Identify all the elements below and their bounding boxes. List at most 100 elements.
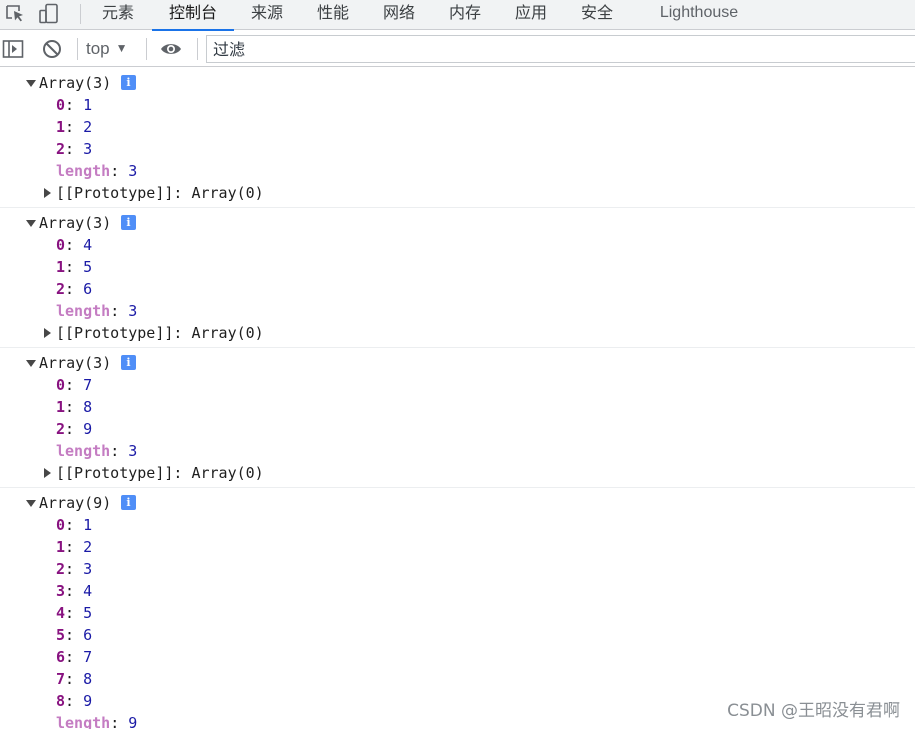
array-entry-value: 1 — [83, 516, 93, 534]
toolbar-divider — [77, 38, 78, 60]
clear-console-icon[interactable] — [41, 38, 63, 60]
array-entry-value: 7 — [83, 648, 93, 666]
entry-colon: : — [65, 280, 84, 298]
entry-colon: : — [65, 420, 84, 438]
array-length-value: 3 — [128, 162, 138, 180]
toolbar-divider — [197, 38, 198, 60]
tab-security[interactable]: 安全 — [580, 0, 614, 30]
array-entry-key: 5 — [56, 626, 66, 644]
entry-colon: : — [65, 376, 84, 394]
collapse-triangle-icon[interactable] — [44, 188, 51, 198]
tab-lighthouse[interactable]: Lighthouse — [658, 0, 740, 30]
array-entry-row: 1: 8 — [0, 396, 915, 418]
toolbar-divider — [80, 4, 81, 24]
devtools-tab-bar: 元素 控制台 来源 性能 网络 内存 应用 安全 Lighthouse — [0, 0, 915, 31]
show-sidebar-icon[interactable] — [2, 38, 24, 60]
array-header-row[interactable]: Array(9) i — [0, 492, 915, 514]
array-entry-value: 1 — [83, 96, 93, 114]
tab-console[interactable]: 控制台 — [152, 0, 234, 31]
array-entry-key: 3 — [56, 582, 66, 600]
info-icon[interactable]: i — [121, 495, 136, 510]
array-entry-row: 0: 1 — [0, 94, 915, 116]
entry-colon: : — [65, 604, 84, 622]
array-entry-key: 1 — [56, 398, 66, 416]
expand-triangle-icon[interactable] — [26, 500, 36, 507]
array-entry-key: 1 — [56, 538, 66, 556]
info-icon[interactable]: i — [121, 215, 136, 230]
array-entry-value: 7 — [83, 376, 93, 394]
array-entry-key: 2 — [56, 140, 66, 158]
prototype-label: [[Prototype]]: Array(0) — [56, 184, 264, 202]
array-entry-row: 0: 4 — [0, 234, 915, 256]
entry-colon: : — [110, 302, 129, 320]
array-entry-value: 2 — [83, 118, 93, 136]
tab-memory[interactable]: 内存 — [448, 0, 482, 30]
array-entry-row: 4: 5 — [0, 602, 915, 624]
array-entry-key: 2 — [56, 420, 66, 438]
expand-triangle-icon[interactable] — [26, 220, 36, 227]
tab-elements[interactable]: 元素 — [101, 0, 135, 30]
watermark: CSDN @王昭没有君啊 — [727, 701, 900, 721]
context-selector[interactable]: top ▼ — [86, 37, 128, 61]
entry-colon: : — [65, 516, 84, 534]
array-entry-row: 2: 3 — [0, 558, 915, 580]
expand-triangle-icon[interactable] — [26, 80, 36, 87]
array-entry-key: 1 — [56, 258, 66, 276]
array-entry-row: 2: 3 — [0, 138, 915, 160]
console-toolbar: top ▼ — [0, 31, 915, 67]
array-entry-key: 0 — [56, 516, 66, 534]
array-entry-key: 6 — [56, 648, 66, 666]
array-header-label: Array(9) — [39, 494, 112, 512]
array-entry-value: 3 — [83, 560, 93, 578]
array-entry-key: 8 — [56, 692, 66, 710]
dropdown-arrow-icon: ▼ — [115, 41, 128, 55]
info-icon[interactable]: i — [121, 355, 136, 370]
prototype-row[interactable]: [[Prototype]]: Array(0) — [0, 462, 915, 484]
array-header-label: Array(3) — [39, 354, 112, 372]
array-length-key: length — [56, 714, 111, 729]
array-entry-key: 0 — [56, 376, 66, 394]
tab-performance[interactable]: 性能 — [316, 0, 350, 30]
entry-colon: : — [65, 670, 84, 688]
prototype-row[interactable]: [[Prototype]]: Array(0) — [0, 322, 915, 344]
info-icon[interactable]: i — [121, 75, 136, 90]
live-expression-eye-icon[interactable] — [160, 38, 182, 60]
array-entry-key: 2 — [56, 280, 66, 298]
entry-colon: : — [65, 582, 84, 600]
prototype-row[interactable]: [[Prototype]]: Array(0) — [0, 182, 915, 204]
array-header-label: Array(3) — [39, 214, 112, 232]
context-selector-label: top — [86, 39, 110, 58]
tab-network[interactable]: 网络 — [382, 0, 416, 30]
array-entry-row: 0: 7 — [0, 374, 915, 396]
array-entry-key: 0 — [56, 96, 66, 114]
array-entry-value: 3 — [83, 140, 93, 158]
entry-colon: : — [65, 692, 84, 710]
array-header-row[interactable]: Array(3) i — [0, 352, 915, 374]
inspect-element-icon[interactable] — [4, 3, 28, 25]
filter-input[interactable] — [213, 36, 915, 62]
array-length-key: length — [56, 302, 111, 320]
array-length-key: length — [56, 162, 111, 180]
expand-triangle-icon[interactable] — [26, 360, 36, 367]
tab-application[interactable]: 应用 — [514, 0, 548, 30]
array-header-row[interactable]: Array(3) i — [0, 72, 915, 94]
device-toolbar-icon[interactable] — [37, 3, 61, 25]
tab-sources[interactable]: 来源 — [250, 0, 284, 30]
entry-colon: : — [65, 560, 84, 578]
array-entry-row: 1: 5 — [0, 256, 915, 278]
array-header-row[interactable]: Array(3) i — [0, 212, 915, 234]
collapse-triangle-icon[interactable] — [44, 328, 51, 338]
console-message: Array(3) i 0: 1 1: 2 2: 3 length: 3 [[Prototyp… — [0, 68, 915, 208]
collapse-triangle-icon[interactable] — [44, 468, 51, 478]
entry-colon: : — [110, 162, 129, 180]
array-entry-key: 7 — [56, 670, 66, 688]
array-entry-value: 2 — [83, 538, 93, 556]
array-entry-row: 5: 6 — [0, 624, 915, 646]
toolbar-divider — [146, 38, 147, 60]
array-length-value: 3 — [128, 442, 138, 460]
array-entry-row: 2: 9 — [0, 418, 915, 440]
array-entry-value: 4 — [83, 236, 93, 254]
array-entry-value: 5 — [83, 258, 93, 276]
entry-colon: : — [110, 442, 129, 460]
console-message: Array(3) i 0: 4 1: 5 2: 6 length: 3 [[Prototyp… — [0, 208, 915, 348]
